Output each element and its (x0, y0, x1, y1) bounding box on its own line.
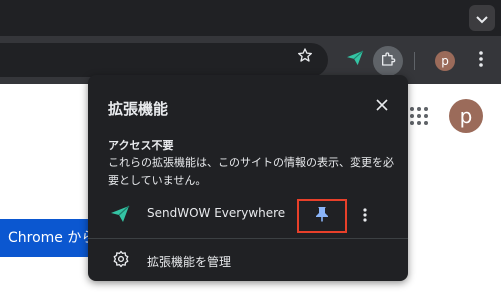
chrome-promo-button[interactable]: Chrome から (0, 219, 100, 257)
manage-extensions-row[interactable]: 拡張機能を管理 (88, 245, 408, 275)
extension-more-button[interactable] (360, 205, 370, 227)
chevron-down-icon (476, 9, 488, 28)
extensions-popup: 拡張機能 アクセス不要 これらの拡張機能は、このサイトの情報の表示、変更を必要と… (88, 75, 408, 281)
puzzle-icon (380, 51, 396, 71)
extensions-button[interactable] (373, 46, 403, 76)
manage-extensions-label: 拡張機能を管理 (147, 255, 232, 269)
apps-grid-icon (409, 107, 429, 130)
section-heading: アクセス不要 (108, 139, 174, 152)
vertical-dots-icon (479, 51, 483, 71)
vertical-dots-icon (363, 207, 367, 226)
toolbar-divider (414, 52, 415, 70)
gear-icon (112, 250, 130, 268)
sendwow-toolbar-button[interactable] (342, 47, 368, 73)
bookmark-star-button[interactable] (292, 44, 318, 70)
popup-title: 拡張機能 (108, 100, 169, 118)
account-avatar[interactable]: p (449, 99, 483, 133)
pin-icon (315, 206, 329, 226)
popup-divider (88, 238, 408, 239)
google-apps-button[interactable] (409, 106, 429, 126)
extension-row[interactable]: SendWOW Everywhere (88, 199, 408, 233)
star-icon (297, 47, 313, 67)
address-bar[interactable] (0, 43, 328, 77)
paper-plane-icon (346, 50, 364, 70)
chrome-menu-button[interactable] (470, 49, 492, 73)
pin-button[interactable] (297, 199, 347, 233)
section-description: これらの拡張機能は、このサイトの情報の表示、変更を必要としていません。 (108, 156, 394, 187)
profile-avatar-button[interactable]: p (435, 51, 455, 71)
extension-name: SendWOW Everywhere (147, 206, 286, 220)
paper-plane-icon (110, 205, 130, 223)
tab-search-button[interactable] (469, 5, 495, 31)
close-icon (376, 96, 388, 115)
tab-strip (0, 0, 501, 36)
close-button[interactable] (372, 95, 392, 115)
